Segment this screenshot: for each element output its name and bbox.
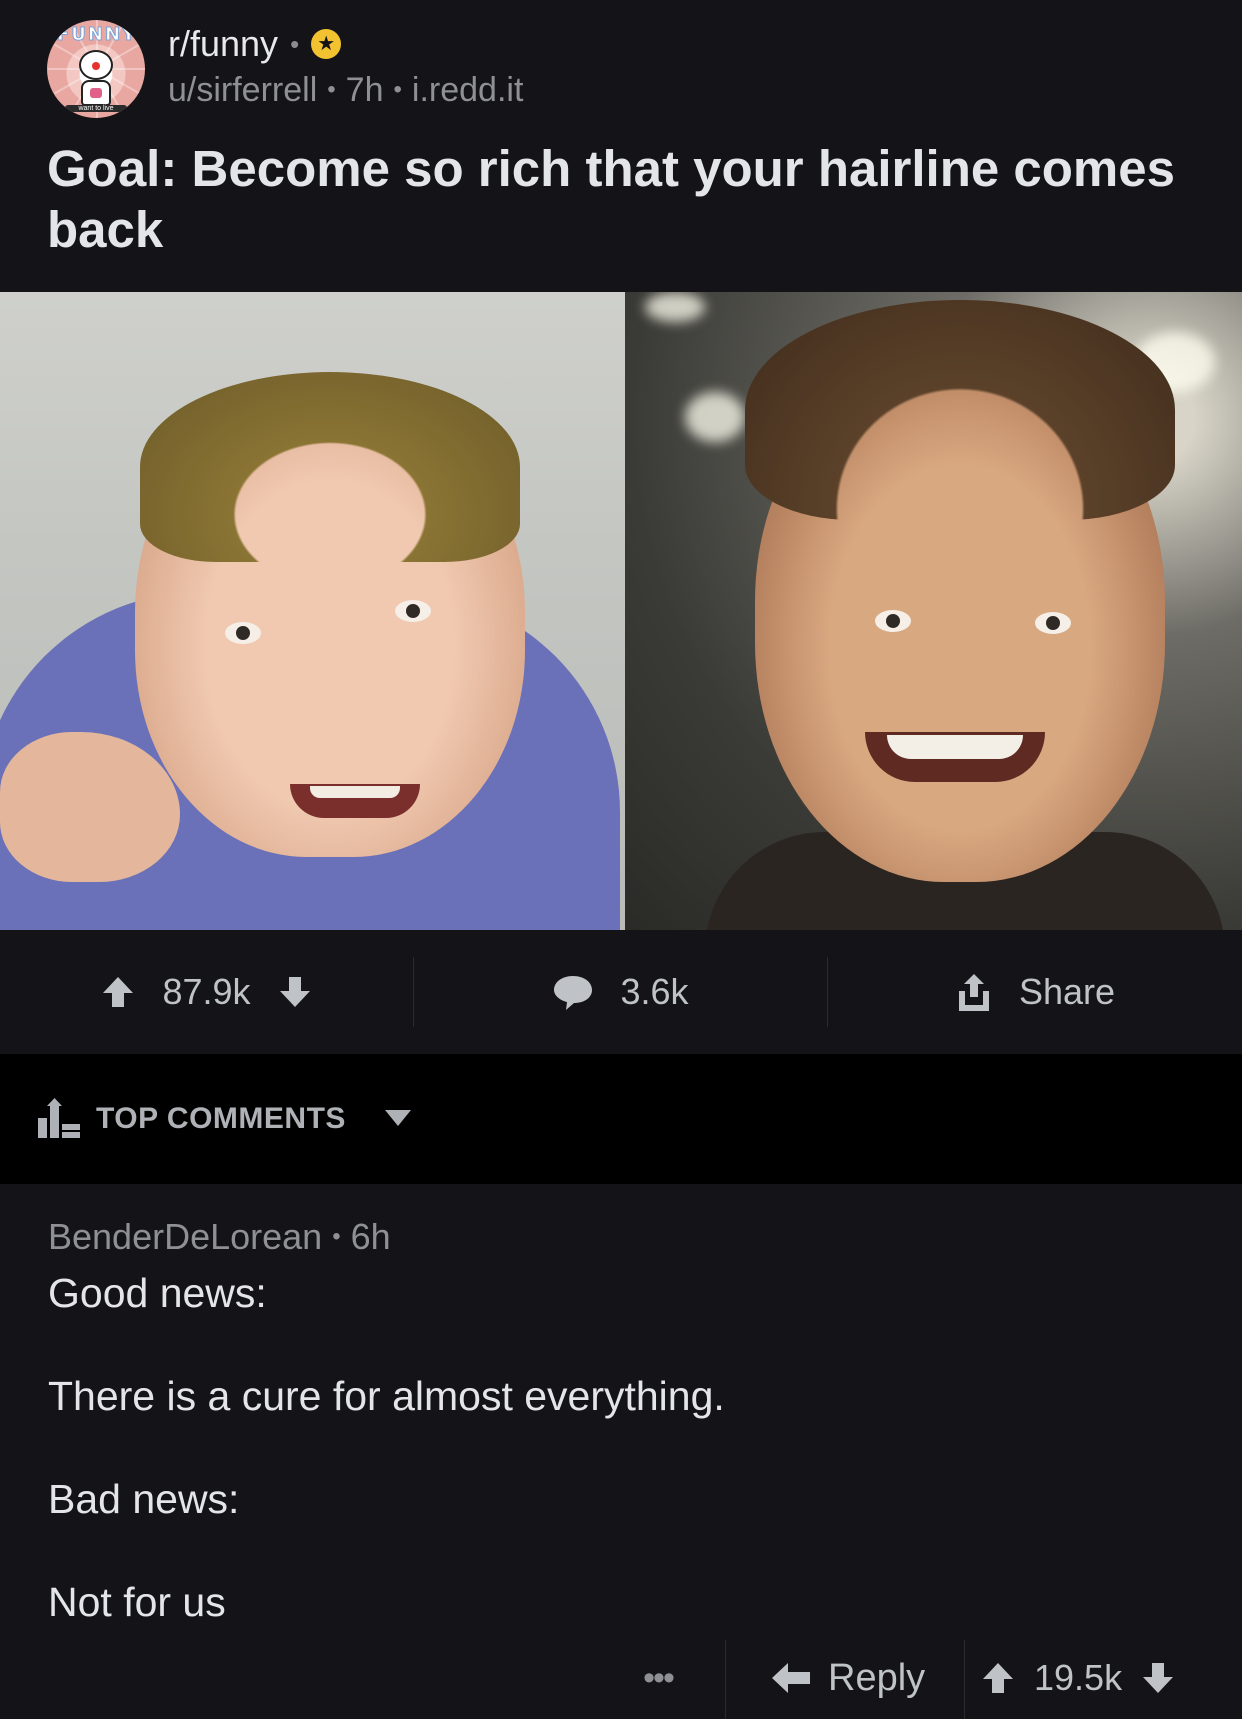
downvote-arrow-icon[interactable] — [1140, 1660, 1176, 1696]
reply-arrow-icon — [772, 1663, 810, 1693]
star-award-icon[interactable]: ★ — [311, 29, 342, 59]
comment-actions: ••• Reply 19.5k — [0, 1640, 1242, 1719]
post-image[interactable] — [0, 292, 1242, 930]
post-author[interactable]: u/sirferrell — [168, 71, 317, 110]
post-meta: u/sirferrell • 7h • i.redd.it — [168, 68, 523, 112]
share-label: Share — [1018, 971, 1116, 1012]
avatar-heart-icon — [90, 88, 102, 98]
post-header: FUNNY want to live r/funny • ★ u/sirferr… — [0, 0, 1242, 292]
comment-line: Good news: — [48, 1270, 267, 1316]
share-icon — [958, 974, 989, 1011]
subreddit-name[interactable]: r/funny — [168, 23, 278, 65]
avatar-banner-text: FUNNY — [57, 24, 138, 46]
share-button[interactable]: Share — [828, 957, 1242, 1027]
post-score: 87.9k — [162, 971, 251, 1012]
image-left-photo — [0, 292, 625, 930]
image-right-photo — [625, 292, 1242, 930]
post-domain[interactable]: i.redd.it — [412, 71, 524, 110]
chevron-down-icon — [385, 1110, 411, 1126]
comment-score: 19.5k — [1034, 1657, 1123, 1698]
comment: BenderDeLorean • 6h Good news: There is … — [0, 1184, 1242, 1719]
comment-meta: BenderDeLorean • 6h — [48, 1216, 391, 1258]
subreddit-line: r/funny • ★ — [168, 22, 342, 66]
separator-dot: • — [393, 76, 402, 103]
more-options-button[interactable]: ••• — [630, 1648, 686, 1708]
comment-vote-group: 19.5k — [980, 1648, 1176, 1708]
sort-label: TOP COMMENTS — [96, 1102, 346, 1135]
reply-button[interactable]: Reply — [772, 1648, 925, 1708]
divider — [725, 1640, 726, 1719]
avatar-tagline: want to live — [65, 105, 127, 112]
comment-age: 6h — [350, 1216, 391, 1257]
divider — [964, 1640, 965, 1719]
top-sort-icon — [38, 1098, 80, 1138]
post-age: 7h — [345, 70, 384, 109]
avatar-clown-nose — [92, 62, 100, 70]
comment-bubble-icon — [554, 976, 593, 1010]
separator-dot: • — [290, 28, 300, 59]
vote-group: 87.9k — [0, 957, 414, 1027]
upvote-arrow-icon[interactable] — [980, 1660, 1016, 1696]
upvote-arrow-icon[interactable] — [100, 974, 136, 1010]
comment-author[interactable]: BenderDeLorean — [48, 1216, 322, 1258]
comments-button[interactable]: 3.6k — [414, 957, 828, 1027]
separator-dot: • — [332, 1223, 341, 1250]
comment-count: 3.6k — [620, 971, 689, 1012]
reply-label: Reply — [828, 1656, 926, 1699]
post-action-bar: 87.9k 3.6k Share — [0, 930, 1242, 1054]
subreddit-avatar[interactable]: FUNNY want to live — [47, 20, 145, 118]
comment-line: There is a cure for almost everything. — [48, 1373, 725, 1419]
comment-sort-bar[interactable]: TOP COMMENTS — [0, 1054, 1242, 1184]
post-title[interactable]: Goal: Become so rich that your hairline … — [47, 138, 1197, 260]
comment-line: Bad news: — [48, 1476, 240, 1522]
separator-dot: • — [327, 76, 336, 103]
comment-line: Not for us — [48, 1579, 226, 1625]
downvote-arrow-icon[interactable] — [277, 974, 313, 1010]
